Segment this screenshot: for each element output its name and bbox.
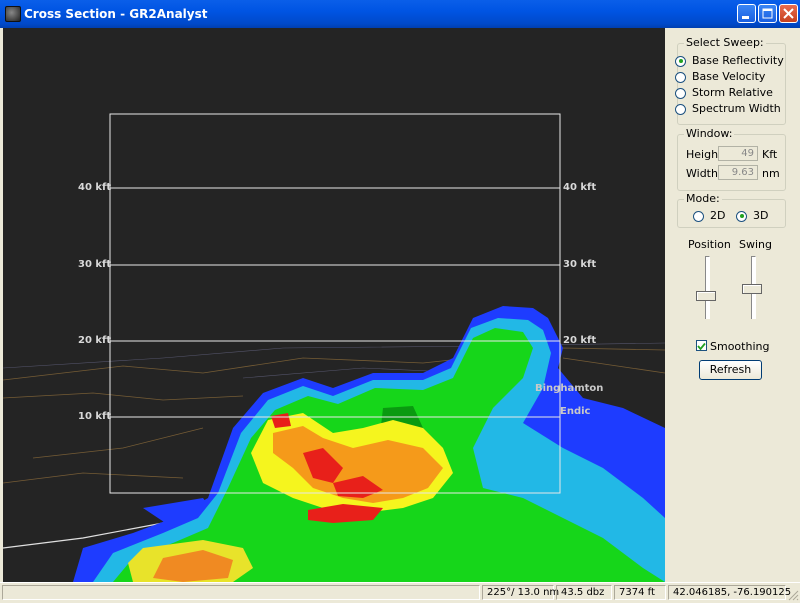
radar-cross-section-view[interactable]: 40 kft 30 kft 20 kft 10 kft 40 kft 30 kf… bbox=[3, 28, 665, 582]
control-panel: Select Sweep: Base Reflectivity Base Vel… bbox=[665, 28, 797, 582]
close-icon bbox=[783, 8, 794, 19]
status-cell-empty bbox=[2, 585, 480, 600]
sweep-option-base-velocity[interactable]: Base Velocity bbox=[675, 70, 765, 84]
mode-group-title: Mode: bbox=[684, 192, 722, 205]
sweep-option-storm-relative[interactable]: Storm Relative bbox=[675, 86, 773, 100]
resize-grip-icon[interactable] bbox=[787, 589, 799, 601]
sweep-option-label: Base Velocity bbox=[692, 70, 766, 83]
altitude-label-right-20: 20 kft bbox=[563, 335, 597, 346]
sweep-option-spectrum-width[interactable]: Spectrum Width bbox=[675, 102, 781, 116]
mode-option-label: 2D bbox=[710, 209, 726, 222]
minimize-button[interactable] bbox=[737, 4, 756, 23]
checkmark-icon bbox=[697, 342, 706, 351]
radio-icon bbox=[675, 71, 686, 83]
altitude-label-left-10: 10 kft bbox=[78, 411, 112, 422]
smoothing-label: Smoothing bbox=[710, 340, 770, 353]
altitude-label-left-20: 20 kft bbox=[78, 335, 112, 346]
smoothing-checkbox[interactable] bbox=[696, 340, 707, 351]
mode-option-2d[interactable]: 2D bbox=[693, 209, 725, 223]
status-value: 43.5 dbz bbox=[556, 585, 612, 600]
app-window: Cross Section - GR2Analyst 40 kft 30 kft… bbox=[0, 0, 800, 603]
position-label: Position bbox=[688, 238, 731, 251]
close-button[interactable] bbox=[779, 4, 798, 23]
mode-option-label: 3D bbox=[753, 209, 769, 222]
status-azimuth-range: 225°/ 13.0 nm bbox=[482, 585, 559, 600]
window-title: Cross Section - GR2Analyst bbox=[24, 7, 208, 21]
altitude-label-right-30: 30 kft bbox=[563, 259, 597, 270]
mode-option-3d[interactable]: 3D bbox=[736, 209, 768, 223]
status-bar: 225°/ 13.0 nm 43.5 dbz 7374 ft 42.046185… bbox=[0, 582, 800, 603]
title-bar[interactable]: Cross Section - GR2Analyst bbox=[0, 0, 800, 28]
altitude-label-left-40: 40 kft bbox=[78, 182, 112, 193]
sweep-option-label: Base Reflectivity bbox=[692, 54, 784, 67]
app-icon bbox=[5, 6, 21, 22]
position-slider-track[interactable] bbox=[705, 256, 710, 319]
city-label-endicott: Endic bbox=[560, 406, 591, 417]
sweep-option-base-reflectivity[interactable]: Base Reflectivity bbox=[675, 54, 784, 68]
altitude-label-right-40: 40 kft bbox=[563, 182, 597, 193]
minimize-icon bbox=[742, 16, 749, 19]
radio-icon bbox=[675, 103, 686, 115]
height-unit: Kft bbox=[762, 148, 778, 161]
swing-label: Swing bbox=[739, 238, 772, 251]
width-label: Width: bbox=[686, 167, 722, 180]
refresh-button[interactable]: Refresh bbox=[699, 360, 762, 380]
status-altitude: 7374 ft bbox=[614, 585, 666, 600]
position-slider-thumb[interactable] bbox=[696, 291, 716, 301]
sweep-option-label: Storm Relative bbox=[692, 86, 773, 99]
radio-icon bbox=[693, 210, 704, 222]
width-unit: nm bbox=[762, 167, 780, 180]
sweep-option-label: Spectrum Width bbox=[692, 102, 781, 115]
swing-slider-thumb[interactable] bbox=[742, 284, 762, 294]
radio-icon bbox=[675, 87, 686, 99]
window-group-title: Window: bbox=[684, 127, 735, 140]
city-label-binghamton: Binghamton bbox=[535, 383, 604, 394]
window-group: Window: bbox=[677, 127, 786, 191]
maximize-button[interactable] bbox=[758, 4, 777, 23]
altitude-label-left-30: 30 kft bbox=[78, 259, 112, 270]
reflectivity-image bbox=[3, 113, 665, 582]
radio-selected-icon bbox=[675, 55, 686, 67]
status-coordinates: 42.046185, -76.190125 bbox=[668, 585, 791, 600]
radio-selected-icon bbox=[736, 210, 747, 222]
select-sweep-title: Select Sweep: bbox=[684, 36, 766, 49]
height-input[interactable]: 49 bbox=[718, 146, 758, 161]
width-input[interactable]: 9.63 bbox=[718, 165, 758, 180]
maximize-icon bbox=[762, 8, 773, 19]
